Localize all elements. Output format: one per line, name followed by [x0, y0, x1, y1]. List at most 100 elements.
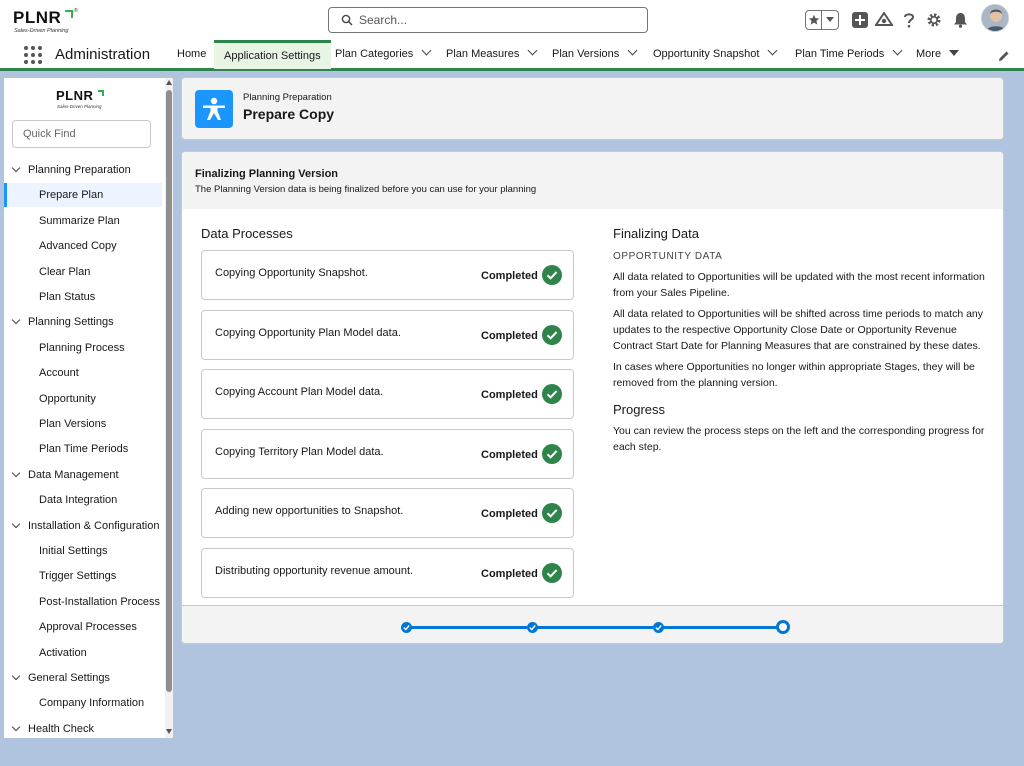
quick-find-input[interactable]	[13, 121, 150, 147]
plnr-logo[interactable]: PLNR ® Sales-Driven Planning	[13, 8, 83, 36]
nav-item-plan-categories[interactable]: Plan Categories	[335, 40, 432, 69]
nav-item-label: Application Settings	[224, 50, 321, 62]
nav-item-application-settings[interactable]: Application Settings	[214, 40, 331, 69]
sidebar-section-health-check[interactable]: Health Check	[4, 717, 162, 738]
sidebar-label: Advanced Copy	[39, 240, 117, 253]
progress-step-current[interactable]	[776, 620, 790, 634]
sidebar-item-trigger-settings[interactable]: Trigger Settings	[4, 564, 162, 588]
global-header: PLNR ® Sales-Driven Planning	[0, 0, 1024, 40]
sidebar-item-activation[interactable]: Activation	[4, 641, 162, 665]
sidebar-item-post-installation-process[interactable]: Post-Installation Process	[4, 590, 162, 614]
chevron-down-icon[interactable]	[527, 45, 538, 56]
progress-step-complete[interactable]	[400, 622, 412, 633]
completed-check-icon	[542, 443, 562, 464]
sidebar-label: Plan Versions	[39, 418, 107, 430]
sidebar-item-initial-settings[interactable]: Initial Settings	[4, 539, 162, 563]
page-header: Planning Preparation Prepare Copy	[181, 77, 1004, 140]
settings-sidebar: PLNR Sales-Driven Planning Planning Prep…	[4, 78, 173, 738]
sidebar-item-planning-process[interactable]: Planning Process	[4, 336, 162, 360]
progress-heading: Progress	[613, 402, 666, 417]
sidebar-item-prepare-plan[interactable]: Prepare Plan	[4, 183, 162, 208]
global-actions-icon[interactable]	[851, 8, 869, 32]
process-label: Distributing opportunity revenue amount.	[215, 565, 414, 577]
process-item: Copying Territory Plan Model data. Comple…	[201, 428, 574, 479]
sidebar-section-data-management[interactable]: Data Management	[4, 463, 162, 487]
sidebar-item-data-integration[interactable]: Data Integration	[4, 488, 162, 512]
edit-nav-pencil-icon[interactable]	[998, 50, 1010, 62]
nav-item-plan-versions[interactable]: Plan Versions	[552, 40, 638, 69]
chevron-down-icon[interactable]	[11, 163, 21, 173]
chevron-down-icon[interactable]	[11, 722, 21, 732]
chevron-down-icon[interactable]	[892, 45, 903, 56]
sidebar-section-general-settings[interactable]: General Settings	[4, 666, 162, 690]
nav-item-plan-time-periods[interactable]: Plan Time Periods	[795, 40, 903, 69]
sidebar-label: Opportunity	[39, 392, 96, 405]
scroll-thumb[interactable]	[166, 90, 172, 692]
sidebar-item-clear-plan[interactable]: Clear Plan	[4, 260, 162, 284]
global-search[interactable]	[328, 7, 648, 33]
user-avatar[interactable]	[981, 4, 1009, 32]
nav-item-home[interactable]: Home	[177, 40, 206, 69]
chevron-down-icon[interactable]	[11, 671, 21, 681]
trailhead-icon[interactable]	[874, 8, 894, 32]
sidebar-item-summarize-plan[interactable]: Summarize Plan	[4, 209, 162, 233]
sidebar-label: General Settings	[28, 672, 110, 684]
nav-item-more[interactable]: More	[916, 40, 960, 69]
setup-gear-icon[interactable]	[925, 8, 943, 32]
help-icon[interactable]	[901, 8, 917, 32]
logo-bracket-icon	[65, 10, 73, 18]
chevron-down-icon[interactable]	[767, 45, 778, 56]
chevron-down-icon[interactable]	[11, 468, 21, 478]
process-label: Copying Territory Plan Model data.	[215, 445, 384, 458]
nav-item-label: Opportunity Snapshot	[653, 48, 760, 60]
sidebar-item-opportunity[interactable]: Opportunity	[4, 387, 162, 411]
sidebar-item-plan-time-periods[interactable]: Plan Time Periods	[4, 437, 162, 461]
completed-check-icon	[542, 503, 562, 524]
sidebar-item-plan-versions[interactable]: Plan Versions	[4, 412, 162, 436]
process-status: Completed	[481, 329, 538, 342]
nav-item-label: Plan Versions	[552, 48, 620, 60]
sidebar-item-plan-status[interactable]: Plan Status	[4, 285, 162, 309]
quick-find[interactable]	[12, 120, 151, 148]
progress-step-complete[interactable]	[526, 622, 538, 633]
app-launcher-icon[interactable]	[24, 46, 42, 64]
sidebar-label: Installation & Configuration	[28, 519, 160, 532]
finalizing-paragraph-1: All data related to Opportunities will b…	[613, 271, 985, 299]
sidebar-scrollbar[interactable]	[165, 78, 173, 738]
sidebar-label: Summarize Plan	[39, 214, 120, 227]
sidebar-item-account[interactable]: Account	[4, 361, 162, 385]
caret-down-icon[interactable]	[949, 50, 960, 56]
nav-item-label: Plan Measures	[446, 48, 520, 60]
search-icon	[341, 14, 353, 26]
favorites-star-icon[interactable]	[806, 11, 823, 29]
completed-check-icon	[542, 324, 562, 345]
chevron-down-icon[interactable]	[627, 45, 638, 56]
sidebar-label: Data Integration	[39, 494, 118, 507]
sidebar-section-planning-settings[interactable]: Planning Settings	[4, 310, 162, 334]
sidebar-logo-tagline: Sales-Driven Planning	[57, 104, 102, 109]
search-input[interactable]	[359, 11, 639, 29]
chevron-down-icon[interactable]	[11, 316, 21, 325]
step-check-icon	[402, 625, 410, 631]
sidebar-label: Clear Plan	[39, 265, 91, 278]
nav-item-opportunity-snapshot[interactable]: Opportunity Snapshot	[653, 40, 778, 69]
sidebar-section-installation-configuration[interactable]: Installation & Configuration	[4, 514, 162, 538]
nav-item-plan-measures[interactable]: Plan Measures	[446, 40, 538, 69]
progress-connector	[411, 626, 527, 629]
sidebar-section-planning-preparation[interactable]: Planning Preparation	[4, 158, 162, 182]
scroll-down-arrow-icon[interactable]	[166, 729, 172, 734]
logo-tagline: Sales-Driven Planning	[14, 28, 69, 34]
sidebar-item-company-information[interactable]: Company Information	[4, 691, 162, 715]
sidebar-label: Company Information	[39, 697, 145, 710]
sidebar-item-advanced-copy[interactable]: Advanced Copy	[4, 234, 162, 258]
process-status: Completed	[481, 568, 538, 580]
scroll-up-arrow-icon[interactable]	[166, 80, 172, 85]
notifications-bell-icon[interactable]	[951, 8, 969, 32]
favorites-dropdown-icon[interactable]	[822, 11, 838, 29]
process-item: Copying Opportunity Snapshot. Completed	[201, 250, 574, 300]
progress-step-complete[interactable]	[652, 622, 664, 633]
process-item: Copying Opportunity Plan Model data. Comp…	[201, 309, 574, 360]
chevron-down-icon[interactable]	[11, 519, 21, 528]
sidebar-item-approval-processes[interactable]: Approval Processes	[4, 615, 162, 639]
chevron-down-icon[interactable]	[421, 45, 432, 56]
